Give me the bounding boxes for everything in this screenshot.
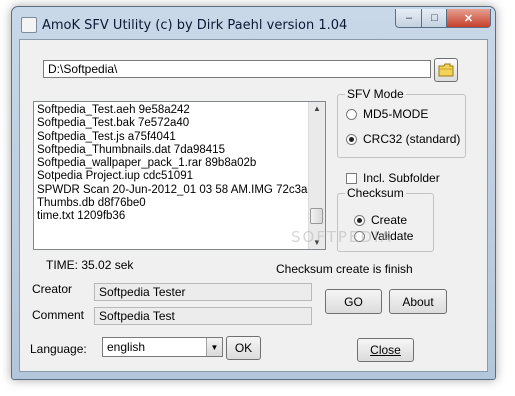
chevron-down-icon[interactable]: ▼: [206, 338, 222, 356]
language-label: Language:: [30, 342, 87, 356]
list-item[interactable]: Softpedia_Test.bak 7e572a40: [37, 117, 308, 130]
crc32-mode-label: CRC32 (standard): [363, 132, 461, 146]
file-checksum-list[interactable]: Softpedia_Test.aeh 9e58a242 Softpedia_Tes…: [33, 101, 326, 250]
browse-folder-button[interactable]: [434, 58, 458, 82]
sfv-mode-title: SFV Mode: [345, 87, 406, 101]
folder-icon: [438, 63, 454, 77]
list-item[interactable]: Softpedia_wallpaper_pack_1.rar 89b8a02b: [37, 157, 308, 170]
scroll-thumb[interactable]: [310, 208, 323, 224]
app-window: AmoK SFV Utility (c) by Dirk Paehl versi…: [11, 6, 496, 380]
creator-field[interactable]: [94, 283, 312, 301]
creator-label: Creator: [32, 282, 73, 296]
status-message: Checksum create is finish: [276, 262, 413, 276]
list-scrollbar[interactable]: ▲ ▼: [308, 102, 325, 249]
comment-field[interactable]: [94, 307, 312, 325]
close-button[interactable]: Close: [357, 338, 414, 362]
list-item[interactable]: Softpedia_Test.aeh 9e58a242: [37, 104, 308, 117]
list-item[interactable]: time.txt 1209fb36: [37, 210, 308, 223]
md5-mode-label: MD5-MODE: [363, 107, 429, 121]
comment-label: Comment: [32, 308, 85, 322]
crc32-mode-radio[interactable]: CRC32 (standard): [346, 132, 460, 146]
md5-mode-radio[interactable]: MD5-MODE: [346, 107, 428, 121]
about-button[interactable]: About: [389, 289, 447, 314]
dialog-body: Softpedia_Test.aeh 9e58a242Softpedia_Tes…: [19, 39, 488, 372]
list-item[interactable]: Thumbs.db d8f76be0: [37, 197, 308, 210]
title-bar[interactable]: AmoK SFV Utility (c) by Dirk Paehl versi…: [12, 7, 495, 39]
maximize-button[interactable]: □: [421, 9, 448, 28]
list-item[interactable]: Softpedia_Test.js a75f4041: [37, 131, 308, 144]
create-radio[interactable]: Create: [354, 213, 407, 227]
language-value: english: [107, 340, 146, 354]
ok-button[interactable]: OK: [226, 336, 261, 360]
incl-subfolder-label: Incl. Subfolder: [363, 171, 440, 185]
softpedia-watermark: SOFTPEDIA: [291, 228, 393, 246]
scroll-up-arrow[interactable]: ▲: [313, 104, 321, 113]
list-item[interactable]: Sotpedia Project.iup cdc51091: [37, 170, 308, 183]
app-icon[interactable]: [21, 17, 37, 33]
checksum-title: Checksum: [345, 186, 406, 200]
time-readout: TIME: 35.02 sek: [46, 258, 134, 272]
list-item[interactable]: SPWDR Scan 20-Jun-2012_01 03 58 AM.IMG 7…: [37, 184, 308, 197]
minimize-button[interactable]: –: [395, 9, 423, 28]
path-input[interactable]: [43, 60, 431, 78]
incl-subfolder-checkbox[interactable]: Incl. Subfolder: [346, 171, 440, 185]
window-title: AmoK SFV Utility (c) by Dirk Paehl versi…: [42, 18, 348, 33]
language-select[interactable]: english ▼: [102, 337, 223, 357]
sfv-mode-group: SFV Mode MD5-MODE CRC32 (standard): [337, 87, 466, 158]
go-button[interactable]: GO: [325, 289, 382, 314]
list-item[interactable]: Softpedia_Thumbnails.dat 7da98415: [37, 144, 308, 157]
window-close-button[interactable]: ✕: [446, 9, 491, 28]
create-label: Create: [371, 213, 408, 227]
